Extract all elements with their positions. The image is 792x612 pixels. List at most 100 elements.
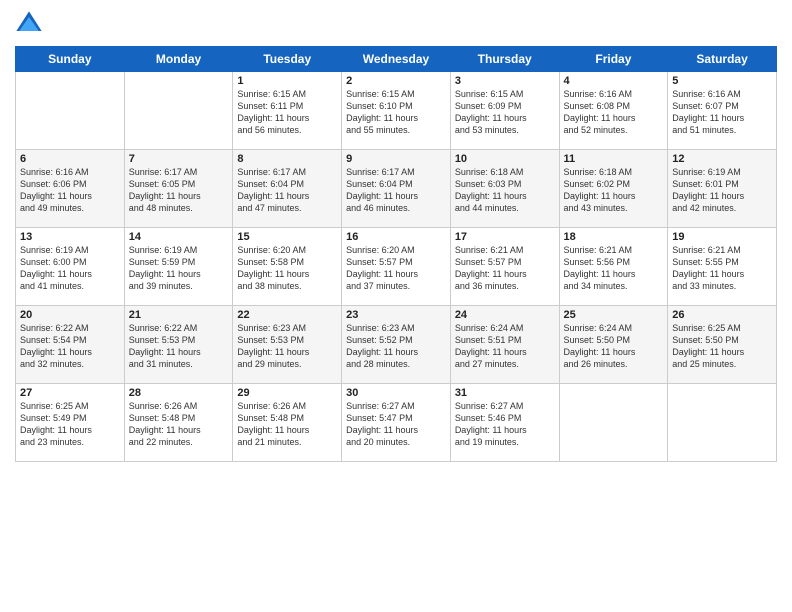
day-info: Sunrise: 6:19 AM Sunset: 5:59 PM Dayligh… [129, 244, 229, 293]
day-number: 23 [346, 309, 446, 321]
calendar-cell: 6Sunrise: 6:16 AM Sunset: 6:06 PM Daylig… [16, 150, 125, 228]
day-number: 30 [346, 387, 446, 399]
calendar-week-2: 6Sunrise: 6:16 AM Sunset: 6:06 PM Daylig… [16, 150, 777, 228]
logo [15, 10, 47, 38]
calendar-cell: 27Sunrise: 6:25 AM Sunset: 5:49 PM Dayli… [16, 384, 125, 462]
calendar-cell: 16Sunrise: 6:20 AM Sunset: 5:57 PM Dayli… [342, 228, 451, 306]
calendar-header-tuesday: Tuesday [233, 47, 342, 72]
day-info: Sunrise: 6:24 AM Sunset: 5:51 PM Dayligh… [455, 322, 555, 371]
day-number: 19 [672, 231, 772, 243]
day-number: 15 [237, 231, 337, 243]
day-info: Sunrise: 6:15 AM Sunset: 6:10 PM Dayligh… [346, 88, 446, 137]
day-number: 24 [455, 309, 555, 321]
calendar-header-thursday: Thursday [450, 47, 559, 72]
calendar-cell: 13Sunrise: 6:19 AM Sunset: 6:00 PM Dayli… [16, 228, 125, 306]
calendar-cell: 20Sunrise: 6:22 AM Sunset: 5:54 PM Dayli… [16, 306, 125, 384]
page: SundayMondayTuesdayWednesdayThursdayFrid… [0, 0, 792, 612]
calendar-cell: 26Sunrise: 6:25 AM Sunset: 5:50 PM Dayli… [668, 306, 777, 384]
day-number: 1 [237, 75, 337, 87]
calendar-cell: 4Sunrise: 6:16 AM Sunset: 6:08 PM Daylig… [559, 72, 668, 150]
day-info: Sunrise: 6:17 AM Sunset: 6:04 PM Dayligh… [346, 166, 446, 215]
day-info: Sunrise: 6:26 AM Sunset: 5:48 PM Dayligh… [129, 400, 229, 449]
day-number: 12 [672, 153, 772, 165]
calendar-cell: 9Sunrise: 6:17 AM Sunset: 6:04 PM Daylig… [342, 150, 451, 228]
day-info: Sunrise: 6:16 AM Sunset: 6:08 PM Dayligh… [564, 88, 664, 137]
calendar-cell: 7Sunrise: 6:17 AM Sunset: 6:05 PM Daylig… [124, 150, 233, 228]
day-number: 10 [455, 153, 555, 165]
day-info: Sunrise: 6:21 AM Sunset: 5:57 PM Dayligh… [455, 244, 555, 293]
day-info: Sunrise: 6:20 AM Sunset: 5:57 PM Dayligh… [346, 244, 446, 293]
calendar-cell: 24Sunrise: 6:24 AM Sunset: 5:51 PM Dayli… [450, 306, 559, 384]
day-number: 14 [129, 231, 229, 243]
calendar-cell: 19Sunrise: 6:21 AM Sunset: 5:55 PM Dayli… [668, 228, 777, 306]
calendar-week-4: 20Sunrise: 6:22 AM Sunset: 5:54 PM Dayli… [16, 306, 777, 384]
calendar-cell: 2Sunrise: 6:15 AM Sunset: 6:10 PM Daylig… [342, 72, 451, 150]
day-info: Sunrise: 6:27 AM Sunset: 5:47 PM Dayligh… [346, 400, 446, 449]
day-number: 4 [564, 75, 664, 87]
day-number: 25 [564, 309, 664, 321]
day-number: 28 [129, 387, 229, 399]
day-number: 17 [455, 231, 555, 243]
day-info: Sunrise: 6:22 AM Sunset: 5:54 PM Dayligh… [20, 322, 120, 371]
day-info: Sunrise: 6:26 AM Sunset: 5:48 PM Dayligh… [237, 400, 337, 449]
calendar-header-wednesday: Wednesday [342, 47, 451, 72]
calendar-cell: 23Sunrise: 6:23 AM Sunset: 5:52 PM Dayli… [342, 306, 451, 384]
calendar-cell: 18Sunrise: 6:21 AM Sunset: 5:56 PM Dayli… [559, 228, 668, 306]
day-info: Sunrise: 6:17 AM Sunset: 6:04 PM Dayligh… [237, 166, 337, 215]
day-info: Sunrise: 6:27 AM Sunset: 5:46 PM Dayligh… [455, 400, 555, 449]
day-info: Sunrise: 6:18 AM Sunset: 6:02 PM Dayligh… [564, 166, 664, 215]
day-info: Sunrise: 6:17 AM Sunset: 6:05 PM Dayligh… [129, 166, 229, 215]
day-number: 13 [20, 231, 120, 243]
day-info: Sunrise: 6:19 AM Sunset: 6:00 PM Dayligh… [20, 244, 120, 293]
day-info: Sunrise: 6:23 AM Sunset: 5:52 PM Dayligh… [346, 322, 446, 371]
day-number: 27 [20, 387, 120, 399]
day-info: Sunrise: 6:16 AM Sunset: 6:07 PM Dayligh… [672, 88, 772, 137]
day-number: 29 [237, 387, 337, 399]
calendar-header-sunday: Sunday [16, 47, 125, 72]
day-number: 2 [346, 75, 446, 87]
day-number: 8 [237, 153, 337, 165]
day-number: 20 [20, 309, 120, 321]
day-number: 26 [672, 309, 772, 321]
calendar-cell: 5Sunrise: 6:16 AM Sunset: 6:07 PM Daylig… [668, 72, 777, 150]
day-number: 9 [346, 153, 446, 165]
calendar-cell: 17Sunrise: 6:21 AM Sunset: 5:57 PM Dayli… [450, 228, 559, 306]
day-number: 3 [455, 75, 555, 87]
calendar-cell [668, 384, 777, 462]
calendar-week-1: 1Sunrise: 6:15 AM Sunset: 6:11 PM Daylig… [16, 72, 777, 150]
day-number: 31 [455, 387, 555, 399]
day-number: 7 [129, 153, 229, 165]
calendar-cell: 11Sunrise: 6:18 AM Sunset: 6:02 PM Dayli… [559, 150, 668, 228]
calendar-cell: 30Sunrise: 6:27 AM Sunset: 5:47 PM Dayli… [342, 384, 451, 462]
calendar-cell: 21Sunrise: 6:22 AM Sunset: 5:53 PM Dayli… [124, 306, 233, 384]
day-info: Sunrise: 6:18 AM Sunset: 6:03 PM Dayligh… [455, 166, 555, 215]
calendar-header-row: SundayMondayTuesdayWednesdayThursdayFrid… [16, 47, 777, 72]
day-number: 22 [237, 309, 337, 321]
calendar-cell: 22Sunrise: 6:23 AM Sunset: 5:53 PM Dayli… [233, 306, 342, 384]
day-number: 11 [564, 153, 664, 165]
day-info: Sunrise: 6:16 AM Sunset: 6:06 PM Dayligh… [20, 166, 120, 215]
day-number: 18 [564, 231, 664, 243]
day-info: Sunrise: 6:22 AM Sunset: 5:53 PM Dayligh… [129, 322, 229, 371]
calendar-cell: 12Sunrise: 6:19 AM Sunset: 6:01 PM Dayli… [668, 150, 777, 228]
calendar-cell: 25Sunrise: 6:24 AM Sunset: 5:50 PM Dayli… [559, 306, 668, 384]
day-number: 16 [346, 231, 446, 243]
calendar-cell: 14Sunrise: 6:19 AM Sunset: 5:59 PM Dayli… [124, 228, 233, 306]
day-info: Sunrise: 6:15 AM Sunset: 6:11 PM Dayligh… [237, 88, 337, 137]
calendar-cell [124, 72, 233, 150]
logo-icon [15, 10, 43, 38]
day-info: Sunrise: 6:23 AM Sunset: 5:53 PM Dayligh… [237, 322, 337, 371]
calendar-header-saturday: Saturday [668, 47, 777, 72]
day-number: 21 [129, 309, 229, 321]
calendar-cell: 15Sunrise: 6:20 AM Sunset: 5:58 PM Dayli… [233, 228, 342, 306]
day-info: Sunrise: 6:19 AM Sunset: 6:01 PM Dayligh… [672, 166, 772, 215]
calendar-week-5: 27Sunrise: 6:25 AM Sunset: 5:49 PM Dayli… [16, 384, 777, 462]
calendar-cell: 8Sunrise: 6:17 AM Sunset: 6:04 PM Daylig… [233, 150, 342, 228]
calendar-table: SundayMondayTuesdayWednesdayThursdayFrid… [15, 46, 777, 462]
day-info: Sunrise: 6:25 AM Sunset: 5:50 PM Dayligh… [672, 322, 772, 371]
calendar-cell [16, 72, 125, 150]
calendar-cell [559, 384, 668, 462]
day-info: Sunrise: 6:24 AM Sunset: 5:50 PM Dayligh… [564, 322, 664, 371]
calendar-cell: 1Sunrise: 6:15 AM Sunset: 6:11 PM Daylig… [233, 72, 342, 150]
day-info: Sunrise: 6:20 AM Sunset: 5:58 PM Dayligh… [237, 244, 337, 293]
